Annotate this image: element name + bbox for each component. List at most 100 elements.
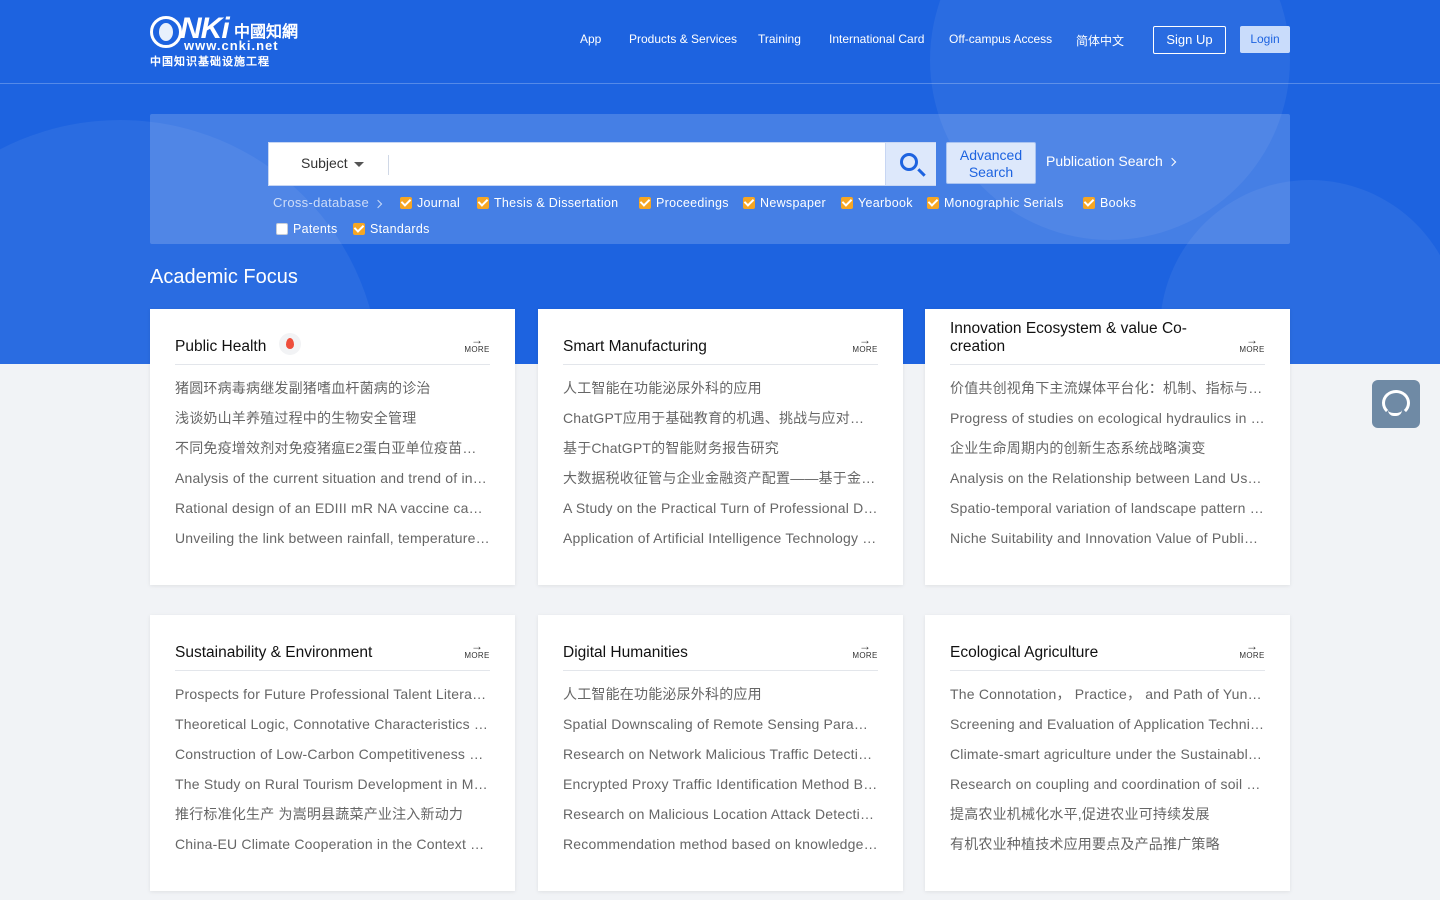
checkbox-checked[interactable]: [1083, 197, 1095, 209]
list-item[interactable]: 价值共创视角下主流媒体平台化：机制、指标与路径: [950, 379, 1265, 409]
db-checkbox-books[interactable]: Books: [1083, 196, 1136, 210]
more-button[interactable]: → MORE: [1239, 333, 1265, 355]
list-item[interactable]: 不同免疫增效剂对免疫猪瘟E2蛋白亚单位疫苗后猪体液免疫和细胞免疫的影响: [175, 439, 490, 469]
list-item[interactable]: Spatio-temporal variation of landscape p…: [950, 499, 1265, 529]
list-item[interactable]: 人工智能在功能泌尿外科的应用: [563, 379, 878, 409]
list-item[interactable]: Theoretical Logic, Connotative Character…: [175, 715, 490, 745]
list-item[interactable]: Prospects for Future Professional Talent…: [175, 685, 490, 715]
card-header: Innovation Ecosystem & value Co-creation…: [950, 320, 1265, 365]
db-label: Journal: [417, 196, 461, 210]
list-item[interactable]: Spatial Downscaling of Remote Sensing Pa…: [563, 715, 878, 745]
checkbox-checked[interactable]: [353, 223, 365, 235]
nav-international-card[interactable]: International Card: [829, 32, 924, 46]
card-title[interactable]: Innovation Ecosystem & value Co-creation: [950, 320, 1230, 356]
checkbox-checked[interactable]: [477, 197, 489, 209]
more-label: MORE: [1239, 651, 1265, 660]
card-list: The Connotation， Practice， and Path of Y…: [950, 685, 1265, 865]
nav-off-campus-access[interactable]: Off-campus Access: [949, 32, 1052, 46]
list-item[interactable]: ChatGPT应用于基础教育的机遇、挑战与应对——以深度学习为视角: [563, 409, 878, 439]
checkbox-checked[interactable]: [400, 197, 412, 209]
db-label: Newspaper: [760, 196, 826, 210]
advanced-search-button[interactable]: Advanced Search: [946, 142, 1036, 184]
more-button[interactable]: → MORE: [464, 640, 490, 661]
list-item[interactable]: Research on Malicious Location Attack De…: [563, 805, 878, 835]
cnki-logo[interactable]: NKi 中國知網 www.cnki.net 中国知识基础设施工程: [150, 12, 300, 68]
signup-button[interactable]: Sign Up: [1153, 26, 1226, 54]
list-item[interactable]: 基于ChatGPT的智能财务报告研究: [563, 439, 878, 469]
db-checkbox-thesis[interactable]: Thesis & Dissertation: [477, 196, 618, 210]
db-checkbox-journal[interactable]: Journal: [400, 196, 460, 210]
card-title[interactable]: Ecological Agriculture: [950, 644, 1230, 662]
card-list: 价值共创视角下主流媒体平台化：机制、指标与路径 Progress of stud…: [950, 379, 1265, 559]
search-input[interactable]: [397, 149, 877, 179]
card-title[interactable]: Smart Manufacturing: [563, 338, 843, 356]
list-item[interactable]: 猪圆环病毒病继发副猪嗜血杆菌病的诊治: [175, 379, 490, 409]
login-button[interactable]: Login: [1240, 26, 1290, 53]
list-item[interactable]: Encrypted Proxy Traffic Identification M…: [563, 775, 878, 805]
db-checkbox-proceedings[interactable]: Proceedings: [639, 196, 729, 210]
checkbox-unchecked[interactable]: [276, 223, 288, 235]
list-item[interactable]: Analysis of the current situation and tr…: [175, 469, 490, 499]
search-button[interactable]: [885, 143, 936, 185]
checkbox-checked[interactable]: [841, 197, 853, 209]
card-header: Sustainability & Environment → MORE: [175, 633, 490, 671]
list-item[interactable]: Climate-smart agriculture under the Sust…: [950, 745, 1265, 775]
checkbox-checked[interactable]: [743, 197, 755, 209]
more-button[interactable]: → MORE: [852, 640, 878, 661]
list-item[interactable]: 推行标准化生产 为嵩明县蔬菜产业注入新动力: [175, 805, 490, 835]
card-title[interactable]: Sustainability & Environment: [175, 644, 455, 662]
list-item[interactable]: Research on Network Malicious Traffic De…: [563, 745, 878, 775]
list-item[interactable]: Application of Artificial Intelligence T…: [563, 529, 878, 559]
more-label: MORE: [464, 651, 490, 660]
list-item[interactable]: Construction of Low-Carbon Competitivene…: [175, 745, 490, 775]
list-item[interactable]: 大数据税收征管与企业金融资产配置——基于金税三期工程的准自然实验: [563, 469, 878, 499]
nav-products-services[interactable]: Products & Services: [629, 32, 737, 46]
search-bar: Subject: [268, 142, 936, 186]
focus-card-ecological-agriculture: Ecological Agriculture → MORE The Connota…: [925, 615, 1290, 891]
db-checkbox-monographic-serials[interactable]: Monographic Serials: [927, 196, 1064, 210]
checkbox-checked[interactable]: [639, 197, 651, 209]
fire-icon: [279, 333, 301, 355]
section-title: Academic Focus: [150, 266, 298, 288]
list-item[interactable]: Niche Suitability and Innovation Value o…: [950, 529, 1265, 559]
more-button[interactable]: → MORE: [852, 334, 878, 355]
checkbox-checked[interactable]: [927, 197, 939, 209]
list-item[interactable]: Progress of studies on ecological hydrau…: [950, 409, 1265, 439]
nav-app[interactable]: App: [580, 32, 601, 46]
list-item[interactable]: A Study on the Practical Turn of Profess…: [563, 499, 878, 529]
list-item[interactable]: 有机农业种植技术应用要点及产品推广策略: [950, 835, 1265, 865]
list-item[interactable]: 企业生命周期内的创新生态系统战略演变: [950, 439, 1265, 469]
more-button[interactable]: → MORE: [464, 334, 490, 355]
cross-database-link[interactable]: Cross-database: [273, 195, 383, 210]
publication-search-link[interactable]: Publication Search: [1046, 153, 1176, 169]
search-field-select[interactable]: Subject: [301, 155, 364, 171]
list-item[interactable]: 提高农业机械化水平,促进农业可持续发展: [950, 805, 1265, 835]
nav-language[interactable]: 简体中文: [1076, 32, 1124, 49]
list-item[interactable]: Unveiling the link between rainfall, tem…: [175, 529, 490, 559]
list-item[interactable]: 浅谈奶山羊养殖过程中的生物安全管理: [175, 409, 490, 439]
list-item[interactable]: Analysis on the Relationship between Lan…: [950, 469, 1265, 499]
db-checkbox-standards[interactable]: Standards: [353, 222, 430, 236]
focus-card-sustainability: Sustainability & Environment → MORE Prosp…: [150, 615, 515, 891]
focus-card-smart-manufacturing: Smart Manufacturing → MORE 人工智能在功能泌尿外科的应用…: [538, 309, 903, 585]
list-item[interactable]: Screening and Evaluation of Application …: [950, 715, 1265, 745]
db-checkbox-patents[interactable]: Patents: [276, 222, 338, 236]
list-item[interactable]: Recommendation method based on knowledge…: [563, 835, 878, 865]
db-label: Thesis & Dissertation: [494, 196, 619, 210]
list-item[interactable]: Rational design of an EDIII mR NA vaccin…: [175, 499, 490, 529]
list-item[interactable]: The Study on Rural Tourism Development i…: [175, 775, 490, 805]
list-item[interactable]: China-EU Climate Cooperation in the Cont…: [175, 835, 490, 865]
list-item[interactable]: 人工智能在功能泌尿外科的应用: [563, 685, 878, 715]
arrow-right-icon: →: [1246, 333, 1258, 347]
list-item[interactable]: The Connotation， Practice， and Path of Y…: [950, 685, 1265, 715]
customer-service-button[interactable]: [1372, 380, 1420, 428]
db-checkbox-newspaper[interactable]: Newspaper: [743, 196, 826, 210]
search-icon: [900, 153, 918, 171]
list-item[interactable]: Research on coupling and coordination of…: [950, 775, 1265, 805]
logo-url: www.cnki.net: [184, 38, 279, 53]
more-button[interactable]: → MORE: [1239, 640, 1265, 661]
db-checkbox-yearbook[interactable]: Yearbook: [841, 196, 913, 210]
card-title[interactable]: Public Health: [175, 338, 455, 356]
nav-training[interactable]: Training: [758, 32, 801, 46]
card-title[interactable]: Digital Humanities: [563, 644, 843, 662]
